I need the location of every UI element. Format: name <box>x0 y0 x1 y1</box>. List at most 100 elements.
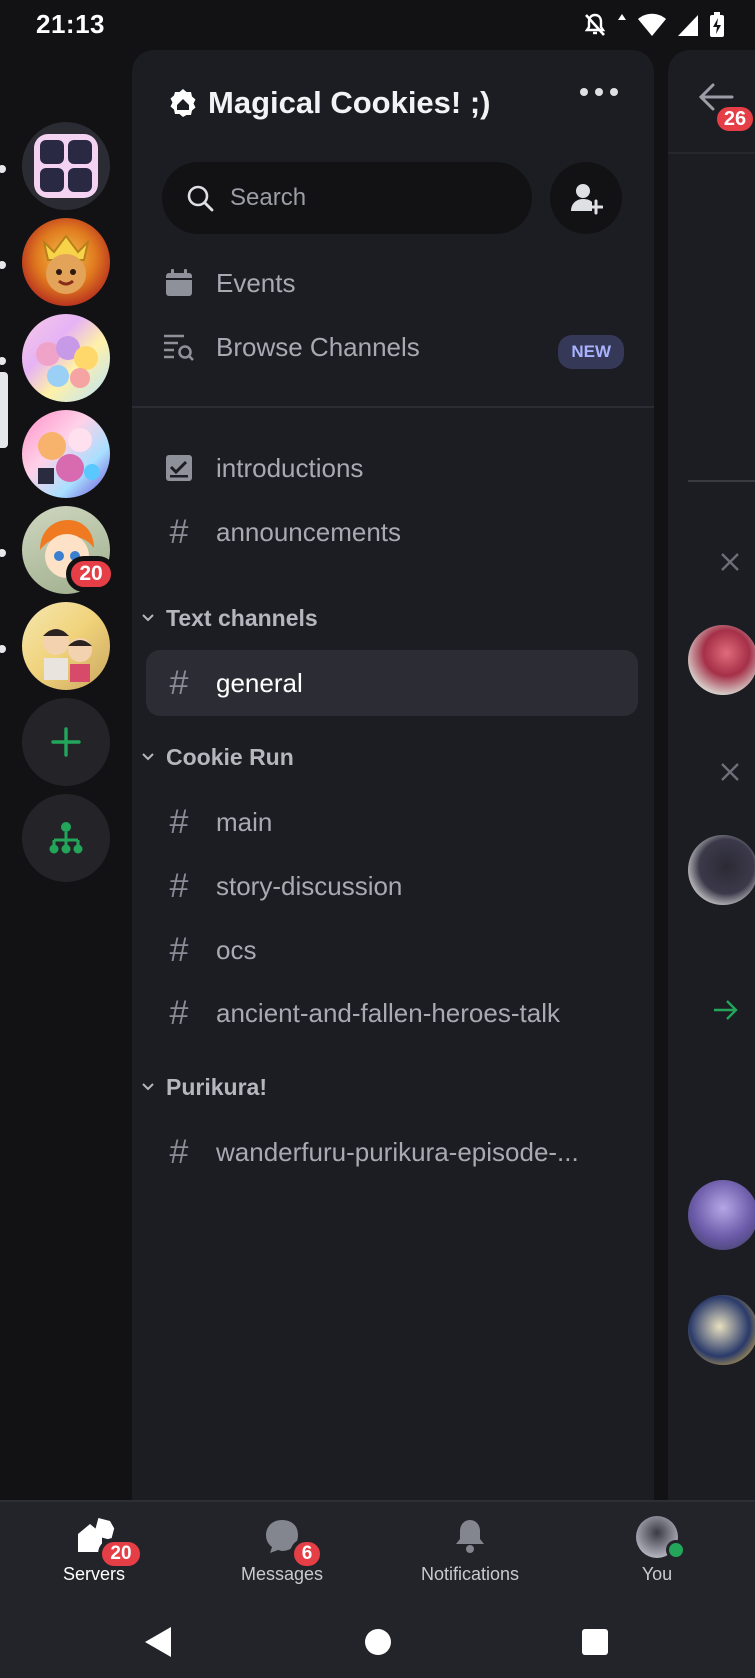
wifi-icon <box>638 13 666 36</box>
unread-badge: 26 <box>712 102 755 136</box>
nav-you[interactable]: You <box>582 1516 732 1585</box>
server-icon-pastel-group[interactable] <box>22 314 110 402</box>
hash-icon: # <box>169 1133 189 1171</box>
server-name: Magical Cookies! ;) <box>208 85 491 120</box>
channel-name: announcements <box>216 516 402 547</box>
chat-peek-panel[interactable]: 26 <box>668 50 755 1500</box>
clock: 21:13 <box>36 9 105 39</box>
unread-pill <box>0 261 6 269</box>
add-server-button[interactable] <box>22 698 110 786</box>
channel-introductions[interactable]: introductions <box>162 438 363 498</box>
data-arrows-icon <box>618 14 626 20</box>
home-icon[interactable] <box>364 1628 392 1656</box>
unread-pill <box>0 645 6 653</box>
battery-icon <box>710 12 724 37</box>
category-name: Text channels <box>166 604 318 631</box>
back-icon[interactable] <box>143 1625 173 1659</box>
selected-server-indicator <box>0 372 8 448</box>
nav-label: You <box>641 1564 673 1584</box>
channel-name: main <box>216 806 273 837</box>
channel-ocs[interactable]: # ocs <box>162 920 257 980</box>
rules-icon <box>166 455 192 481</box>
invite-members-button[interactable] <box>550 162 622 234</box>
nav-notifications[interactable]: Notifications <box>395 1516 545 1585</box>
screen: 21:13 20 Magical Cookies! ;) Search Even… <box>0 0 755 1678</box>
unread-pill <box>0 357 6 365</box>
chevron-down-icon <box>142 1083 154 1091</box>
avatar <box>636 1516 686 1560</box>
arrow-right-icon <box>714 1000 738 1020</box>
notifications-off-icon <box>584 13 606 36</box>
peek-divider <box>688 480 755 482</box>
server-rail: 20 <box>0 50 130 1500</box>
anime-collage-icon <box>38 428 100 484</box>
discover-servers-button[interactable] <box>22 794 110 882</box>
chat-peek-header: 26 <box>668 50 755 154</box>
events-item[interactable]: Events <box>162 253 296 313</box>
server-header[interactable]: Magical Cookies! ;) <box>168 83 491 123</box>
channel-general[interactable]: # general <box>162 653 303 713</box>
channel-panel: Magical Cookies! ;) Search Events Browse… <box>132 50 654 1500</box>
unread-pill <box>0 549 6 557</box>
avatar <box>688 1295 755 1365</box>
search-input[interactable]: Search <box>162 162 532 234</box>
category-purikura[interactable]: Purikura! <box>140 1067 267 1107</box>
recents-icon[interactable] <box>581 1628 609 1656</box>
messages-badge: 6 <box>290 1538 324 1570</box>
more-options-icon[interactable] <box>580 88 618 96</box>
cartoon-characters-icon <box>43 629 92 682</box>
channel-name: story-discussion <box>216 870 403 901</box>
community-badge-icon <box>170 89 196 117</box>
signal-icon <box>678 15 698 36</box>
channel-name: general <box>216 667 303 698</box>
chevron-down-icon <box>142 614 154 622</box>
channel-name: wanderfuru-purikura-episode-... <box>216 1136 579 1167</box>
category-cookie-run[interactable]: Cookie Run <box>140 737 294 777</box>
group-illustration-icon <box>36 336 98 388</box>
category-name: Purikura! <box>166 1073 267 1100</box>
search-placeholder: Search <box>230 184 307 211</box>
nav-servers[interactable]: Servers <box>19 1516 169 1585</box>
calendar-icon <box>166 269 192 296</box>
servers-badge: 20 <box>98 1538 144 1570</box>
channel-story-discussion[interactable]: # story-discussion <box>162 856 403 916</box>
server-icon-cookie-king[interactable] <box>22 218 110 306</box>
browse-channels-item[interactable]: Browse Channels <box>162 317 420 377</box>
server-icon-cartoon[interactable] <box>22 602 110 690</box>
avatar <box>688 625 755 695</box>
channel-announcements[interactable]: # announcements <box>162 502 402 562</box>
server-icon-anime-collage[interactable] <box>22 410 110 498</box>
bottom-navigation: Servers 20 Messages 6 Notifications You <box>0 1500 755 1610</box>
nav-messages[interactable]: Messages <box>207 1516 357 1585</box>
hub-icon <box>49 822 83 854</box>
close-icon[interactable] <box>720 762 740 782</box>
hash-icon: # <box>169 803 189 841</box>
browse-channels-icon <box>164 334 194 361</box>
chevron-down-icon <box>142 753 154 761</box>
server-icon-grid[interactable] <box>22 122 110 210</box>
cookie-character-icon <box>42 234 90 294</box>
channel-main[interactable]: # main <box>162 792 273 852</box>
browse-channels-label: Browse Channels <box>216 331 420 362</box>
status-bar: 21:13 <box>0 0 755 50</box>
hash-icon: # <box>169 664 189 702</box>
channel-name: ocs <box>216 934 257 965</box>
close-icon[interactable] <box>720 552 740 572</box>
hash-icon: # <box>169 931 189 969</box>
channel-ancient-and-fallen-heroes-talk[interactable]: # ancient-and-fallen-heroes-talk <box>162 983 560 1043</box>
hash-icon: # <box>169 867 189 905</box>
divider <box>132 406 654 408</box>
channel-name: ancient-and-fallen-heroes-talk <box>216 997 560 1028</box>
events-label: Events <box>216 267 296 298</box>
hash-icon: # <box>169 994 189 1032</box>
search-icon <box>187 185 214 212</box>
server-mention-badge: 20 <box>66 556 116 592</box>
unread-pill <box>0 165 6 173</box>
channel-wanderfuru-purikura[interactable]: # wanderfuru-purikura-episode-... <box>162 1122 579 1182</box>
avatar <box>688 1180 755 1250</box>
category-text-channels[interactable]: Text channels <box>140 598 318 638</box>
online-status-dot <box>666 1540 686 1560</box>
category-name: Cookie Run <box>166 743 294 770</box>
system-navigation-bar <box>0 1610 755 1678</box>
nav-label: Notifications <box>420 1564 520 1584</box>
